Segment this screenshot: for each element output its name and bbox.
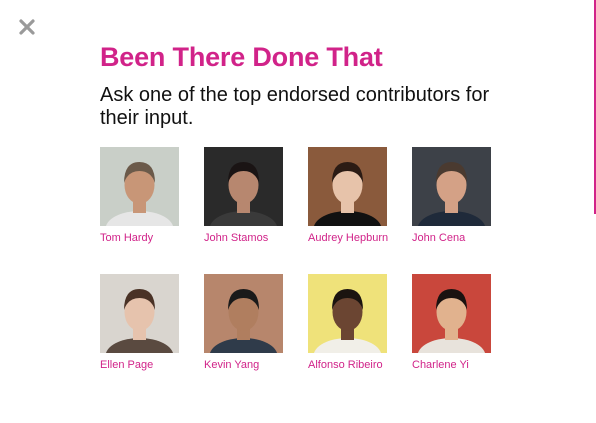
- close-button[interactable]: [16, 16, 38, 38]
- contributor-photo[interactable]: [308, 147, 387, 226]
- contributor-photo[interactable]: [204, 147, 283, 226]
- contributor-name[interactable]: John Stamos: [204, 232, 284, 244]
- contributor-name[interactable]: John Cena: [412, 232, 492, 244]
- contributor-photo[interactable]: [412, 147, 491, 226]
- contributor-name[interactable]: Audrey Hepburn: [308, 232, 388, 244]
- contributor-card[interactable]: Alfonso Ribeiro: [308, 274, 388, 371]
- contributor-photo[interactable]: [204, 274, 283, 353]
- contributor-name[interactable]: Tom Hardy: [100, 232, 180, 244]
- contributor-card[interactable]: John Stamos: [204, 147, 284, 244]
- contributor-photo[interactable]: [308, 274, 387, 353]
- contributor-name[interactable]: Charlene Yi: [412, 359, 492, 371]
- contributor-photo[interactable]: [100, 274, 179, 353]
- modal-subtitle: Ask one of the top endorsed contributors…: [100, 84, 490, 129]
- modal-title: Been There Done That: [100, 42, 383, 72]
- contributor-card[interactable]: Audrey Hepburn: [308, 147, 388, 244]
- contributor-card[interactable]: Charlene Yi: [412, 274, 492, 371]
- contributor-photo[interactable]: [412, 274, 491, 353]
- contributor-photo[interactable]: [100, 147, 179, 226]
- contributor-card[interactable]: Kevin Yang: [204, 274, 284, 371]
- contributor-name[interactable]: Ellen Page: [100, 359, 180, 371]
- contributors-grid: Tom Hardy John Stamos Audrey Hepburn John C…: [100, 147, 520, 371]
- modal-dialog: Been There Done That Ask one of the top …: [0, 0, 596, 423]
- contributor-card[interactable]: Tom Hardy: [100, 147, 180, 244]
- contributor-card[interactable]: John Cena: [412, 147, 492, 244]
- contributor-name[interactable]: Alfonso Ribeiro: [308, 359, 388, 371]
- close-icon: [16, 16, 38, 38]
- contributor-name[interactable]: Kevin Yang: [204, 359, 284, 371]
- contributor-card[interactable]: Ellen Page: [100, 274, 180, 371]
